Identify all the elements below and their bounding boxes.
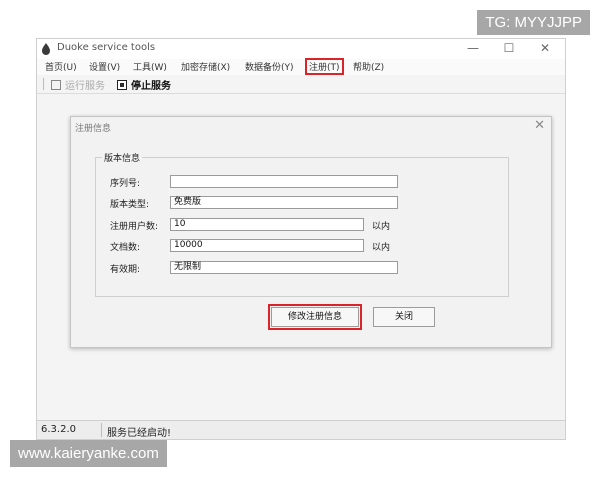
menu-help[interactable]: 帮助(Z): [351, 60, 386, 73]
registration-dialog: 注册信息 ✕ 版本信息 序列号: 版本类型: 免费版 注册用户数: 10 以内 …: [70, 116, 552, 348]
run-service-button[interactable]: 运行服务: [51, 77, 105, 92]
dialog-close-button[interactable]: 关闭: [373, 307, 435, 327]
stop-service-label: 停止服务: [131, 81, 171, 92]
users-label: 注册用户数:: [110, 222, 159, 232]
app-logo-icon: [42, 43, 50, 55]
menu-data-backup[interactable]: 数据备份(Y): [243, 60, 296, 73]
modify-registration-button[interactable]: 修改注册信息: [268, 304, 362, 330]
stop-service-button[interactable]: 停止服务: [117, 77, 171, 92]
close-button[interactable]: ✕: [537, 41, 553, 55]
title-bar: Duoke service tools — ☐ ✕: [37, 39, 565, 59]
maximize-button[interactable]: ☐: [501, 41, 517, 55]
minimize-button[interactable]: —: [465, 41, 481, 55]
status-message: 服务已经启动!: [107, 428, 172, 439]
stop-square-icon: [117, 80, 127, 90]
toolbar: 运行服务 停止服务: [37, 75, 565, 94]
users-suffix: 以内: [372, 222, 391, 232]
edition-label: 版本类型:: [110, 200, 150, 210]
status-divider: [101, 423, 102, 437]
group-title: 版本信息: [102, 151, 143, 164]
users-field[interactable]: 10: [170, 218, 364, 231]
menu-bar: 首页(U) 设置(V) 工具(W) 加密存储(X) 数据备份(Y) 注册(T) …: [37, 58, 565, 75]
menu-tools[interactable]: 工具(W): [131, 60, 169, 73]
window-title: Duoke service tools: [57, 42, 156, 53]
run-square-icon: [51, 80, 61, 90]
docs-suffix: 以内: [372, 243, 391, 253]
edition-field[interactable]: 免费版: [170, 196, 398, 209]
dialog-close-icon[interactable]: ✕: [534, 118, 545, 133]
watermark-telegram: TG: MYYJJPP: [477, 10, 590, 35]
run-service-label: 运行服务: [65, 81, 105, 92]
toolbar-separator: [43, 78, 44, 90]
status-bar: 6.3.2.0 服务已经启动!: [37, 420, 565, 439]
status-version: 6.3.2.0: [41, 424, 76, 435]
watermark-website: www.kaieryanke.com: [10, 440, 167, 467]
menu-encrypted-storage[interactable]: 加密存储(X): [179, 60, 232, 73]
menu-home[interactable]: 首页(U): [43, 60, 79, 73]
validity-label: 有效期:: [110, 265, 141, 275]
serial-label: 序列号:: [110, 179, 141, 189]
docs-field[interactable]: 10000: [170, 239, 364, 252]
menu-register[interactable]: 注册(T): [305, 58, 344, 75]
dialog-title: 注册信息: [75, 124, 112, 134]
validity-field[interactable]: 无限制: [170, 261, 398, 274]
serial-field[interactable]: [170, 175, 398, 188]
docs-label: 文档数:: [110, 243, 141, 253]
menu-settings[interactable]: 设置(V): [87, 60, 122, 73]
version-info-group: 版本信息 序列号: 版本类型: 免费版 注册用户数: 10 以内 文档数: 10…: [95, 151, 509, 297]
